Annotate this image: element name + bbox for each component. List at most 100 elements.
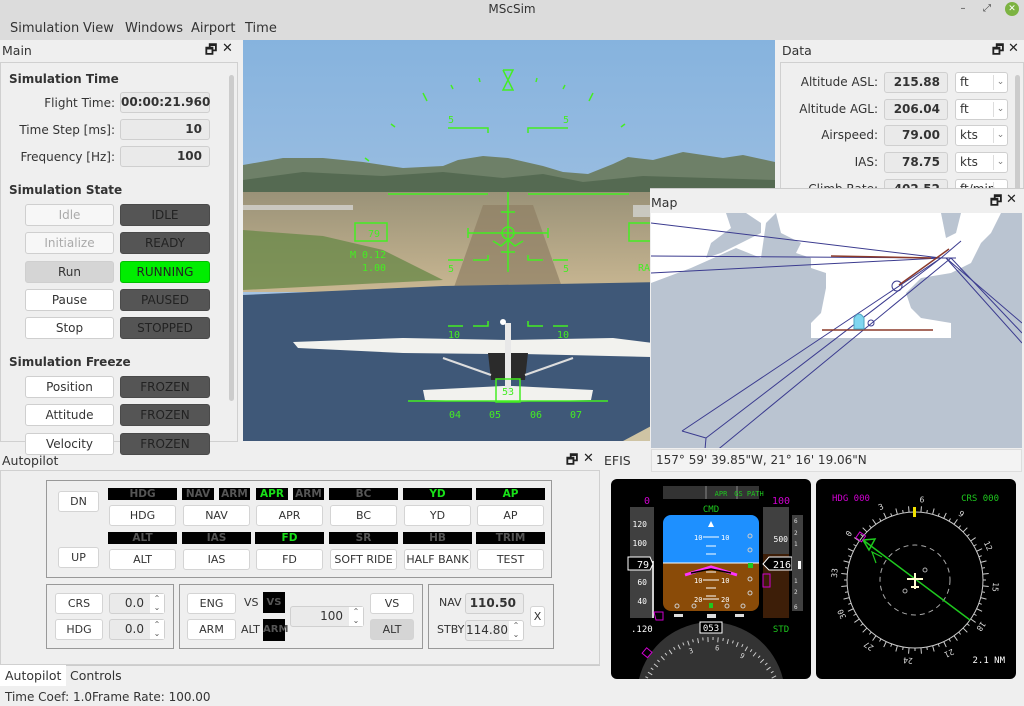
unit-select[interactable]: kts ⌄ xyxy=(955,125,1008,147)
close-icon[interactable]: ✕ xyxy=(1008,41,1019,56)
spin-arrows-icon[interactable]: ⌃ ⌄ xyxy=(150,620,164,639)
nd-crs: CRS 000 xyxy=(961,494,999,504)
spin-arrows-icon[interactable]: ⌃ ⌄ xyxy=(509,621,523,640)
compass-tick xyxy=(908,506,910,513)
close-icon[interactable]: ✕ xyxy=(222,41,233,56)
mode-indicator: AP xyxy=(476,488,545,500)
mode-button[interactable]: NAV xyxy=(183,505,250,526)
mode-button[interactable]: ALT xyxy=(109,549,176,570)
menu-windows[interactable]: Windows xyxy=(125,21,183,36)
compass-label: 15 xyxy=(990,582,1000,593)
scrollbar[interactable] xyxy=(1015,75,1020,190)
freeze-position-button[interactable]: Position xyxy=(25,376,114,398)
pfd-mach: .120 xyxy=(631,625,653,635)
compass-tick xyxy=(982,585,989,587)
compass-tick xyxy=(926,509,928,514)
map-view[interactable] xyxy=(651,213,1022,448)
initialize-button[interactable]: Initialize xyxy=(25,232,114,255)
hud-heading-label: 05 xyxy=(489,410,501,421)
tab-controls[interactable]: Controls xyxy=(65,665,127,686)
hud-speed: 79 xyxy=(368,229,380,240)
attitude-indicator: 10 10 10 10 20 20 xyxy=(663,515,759,611)
stop-button[interactable]: Stop xyxy=(25,317,114,340)
hdg-spinbox[interactable]: 0.0 ⌃ ⌄ xyxy=(109,619,165,640)
scrollbar[interactable] xyxy=(229,75,234,401)
dock-title: Autopilot xyxy=(2,453,59,468)
hdg-button[interactable]: HDG xyxy=(55,619,103,640)
pfd-heading: 053 xyxy=(703,624,719,634)
pfd-speed: 79 xyxy=(637,560,649,571)
mode-button[interactable]: HALF BANK xyxy=(404,549,471,570)
float-icon[interactable]: 🗗 xyxy=(205,41,217,63)
mode-button[interactable]: YD xyxy=(404,505,471,526)
mode-button[interactable]: BC xyxy=(330,505,397,526)
stby-spinbox[interactable]: 114.80 ⌃ ⌄ xyxy=(465,620,524,641)
pause-button[interactable]: Pause xyxy=(25,288,114,311)
data-dock: Data 🗗 ✕ Altitude ASL: 215.88 ft ⌄ Altitud… xyxy=(776,40,1024,190)
menu-view[interactable]: View xyxy=(83,21,114,36)
menu-airport[interactable]: Airport xyxy=(191,21,236,36)
pitch-label: 10 xyxy=(694,534,702,542)
dn-button[interactable]: DN xyxy=(58,491,99,512)
compass-tick xyxy=(982,573,989,575)
menu-simulation[interactable]: Simulation xyxy=(10,21,79,36)
spin-arrows-icon[interactable]: ⌃ ⌄ xyxy=(349,607,363,626)
alt-hold-button[interactable]: ALT xyxy=(370,619,414,640)
section-heading: Simulation Freeze xyxy=(9,355,131,369)
unit-select[interactable]: ft ⌄ xyxy=(955,72,1008,93)
freeze-attitude-button[interactable]: Attitude xyxy=(25,404,114,427)
crs-spinbox[interactable]: 0.0 ⌃ ⌄ xyxy=(109,593,165,614)
minimize-icon[interactable]: – xyxy=(957,3,969,15)
float-icon[interactable]: 🗗 xyxy=(990,192,1002,214)
menu-time[interactable]: Time xyxy=(245,21,277,36)
mode-button[interactable]: AP xyxy=(477,505,544,526)
hud-heading-label: 07 xyxy=(570,410,582,421)
stby-value: 114.80 xyxy=(466,623,508,637)
float-icon[interactable]: 🗗 xyxy=(992,41,1004,63)
close-icon[interactable]: ✕ xyxy=(583,451,594,466)
status-frame-rate: Frame Rate: 100.00 xyxy=(92,690,211,704)
state-indicator: READY xyxy=(120,232,210,255)
pitch-label: 10 xyxy=(721,534,729,542)
swap-button[interactable]: X xyxy=(530,606,545,627)
mode-button[interactable]: IAS xyxy=(183,549,250,570)
pitch-label: 10 xyxy=(721,577,729,585)
mode-indicator: YD xyxy=(403,488,472,500)
mode-button[interactable]: FD xyxy=(256,549,323,570)
up-button[interactable]: UP xyxy=(58,547,99,568)
heading-marker xyxy=(913,507,916,517)
dock-title: Data xyxy=(782,43,812,58)
maximize-icon[interactable]: ⤢ xyxy=(981,3,993,15)
unit-select[interactable]: kts ⌄ xyxy=(955,152,1008,174)
close-icon[interactable]: ✕ xyxy=(1005,2,1019,16)
map-dock: Map 🗗 ✕ 157° 59' 39.85"W, 21° 16' 19.06"… xyxy=(650,188,1024,472)
mode-indicator: ARM xyxy=(219,488,250,500)
crs-value: 0.0 xyxy=(124,596,144,610)
eng-button[interactable]: ENG xyxy=(187,593,236,614)
mode-button[interactable]: APR xyxy=(256,505,323,526)
mode-button[interactable]: TEST xyxy=(477,549,544,570)
mode-button[interactable]: HDG xyxy=(109,505,176,526)
compass-tick xyxy=(844,591,849,593)
data-label: Altitude ASL: xyxy=(800,75,878,89)
idle-button[interactable]: Idle xyxy=(25,204,114,226)
unit-value: ft xyxy=(960,101,969,116)
close-icon[interactable]: ✕ xyxy=(1006,192,1017,207)
unit-select[interactable]: ft ⌄ xyxy=(955,98,1008,120)
crs-button[interactable]: CRS xyxy=(55,593,103,614)
tab-autopilot[interactable]: Autopilot xyxy=(0,665,67,686)
vs-button[interactable]: VS xyxy=(370,593,414,614)
arm-button[interactable]: ARM xyxy=(187,619,236,640)
speed-label: 100 xyxy=(633,539,648,548)
spin-arrows-icon[interactable]: ⌃ ⌄ xyxy=(150,594,164,613)
run-button[interactable]: Run xyxy=(25,260,114,283)
title-bar: MScSim xyxy=(0,0,1024,18)
mode-button[interactable]: SOFT RIDE xyxy=(330,549,397,570)
speed-label: 60 xyxy=(637,578,647,587)
vs-spinbox[interactable]: 100 ⌃ ⌄ xyxy=(290,606,364,627)
state-indicator: STOPPED xyxy=(120,317,210,340)
map-coordinates: 157° 59' 39.85"W, 21° 16' 19.06"N xyxy=(651,449,1022,472)
dock-title: Main xyxy=(2,43,32,58)
unit-value: kts xyxy=(960,155,978,170)
chevron-down-icon: ⌄ xyxy=(993,155,1007,171)
